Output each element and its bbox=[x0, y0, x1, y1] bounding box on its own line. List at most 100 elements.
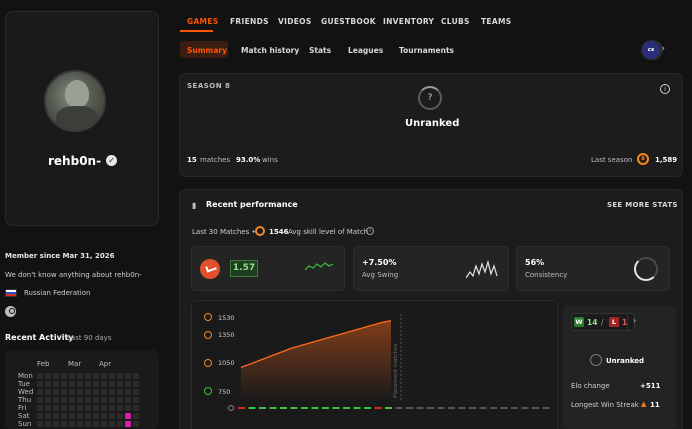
activity-subtitle: Last 90 days bbox=[67, 334, 112, 342]
tab-tournaments[interactable]: Tournaments bbox=[399, 46, 454, 55]
heatmap-cell bbox=[37, 373, 43, 379]
heatmap-cell bbox=[101, 373, 107, 379]
heatmap-cell bbox=[117, 413, 123, 419]
heatmap-cell bbox=[37, 381, 43, 387]
heatmap-cell bbox=[61, 405, 67, 411]
last-season-elo: 1,589 bbox=[655, 156, 678, 164]
heatmap-cell bbox=[77, 381, 83, 387]
heatmap-cell bbox=[69, 389, 75, 395]
heatmap-cell bbox=[109, 405, 115, 411]
heatmap-cell bbox=[45, 389, 51, 395]
heatmap-cell bbox=[69, 421, 75, 427]
heatmap-cell bbox=[93, 389, 99, 395]
heatmap-cell bbox=[117, 381, 123, 387]
heatmap-cell bbox=[93, 381, 99, 387]
heatmap-cell bbox=[85, 405, 91, 411]
heatmap-cell bbox=[117, 397, 123, 403]
heatmap-cell bbox=[45, 421, 51, 427]
heatmap-cell bbox=[77, 397, 83, 403]
kd-sparkline bbox=[305, 262, 334, 271]
nav-inventory[interactable]: INVENTORY bbox=[383, 17, 434, 26]
nav-teams[interactable]: TEAMS bbox=[481, 17, 511, 26]
country-name: Russian Federation bbox=[24, 289, 91, 297]
nav-friends[interactable]: FRIENDS bbox=[230, 17, 269, 26]
heatmap-cell bbox=[77, 373, 83, 379]
steam-icon[interactable] bbox=[5, 306, 16, 317]
heatmap-cell bbox=[69, 381, 75, 387]
heatmap-cell bbox=[109, 413, 115, 419]
tab-stats[interactable]: Stats bbox=[309, 46, 331, 55]
heatmap-cell bbox=[61, 421, 67, 427]
placement-annotation: Placement matches bbox=[393, 343, 399, 398]
nickname: rehb0n- bbox=[48, 154, 102, 168]
heatmap-cell bbox=[117, 389, 123, 395]
heatmap-cell bbox=[85, 389, 91, 395]
tab-summary[interactable]: Summary bbox=[187, 46, 227, 55]
heatmap-cell bbox=[93, 413, 99, 419]
heatmap-cell bbox=[133, 373, 139, 379]
streak-label: Longest Win Streak bbox=[571, 401, 639, 409]
consistency-value: 56% bbox=[525, 258, 545, 267]
nav-videos[interactable]: VIDEOS bbox=[278, 17, 312, 26]
loss-badge: L bbox=[609, 317, 619, 327]
next-arrow-button[interactable]: › bbox=[627, 313, 641, 331]
heatmap-cell bbox=[133, 397, 139, 403]
nav-clubs[interactable]: CLUBS bbox=[441, 17, 470, 26]
day-label: Sun bbox=[18, 420, 32, 428]
heatmap-cell bbox=[53, 389, 59, 395]
tab-leagues[interactable]: Leagues bbox=[348, 46, 383, 55]
heatmap-cell bbox=[37, 397, 43, 403]
nav-games[interactable]: GAMES bbox=[187, 17, 218, 26]
avatar-head bbox=[65, 80, 89, 108]
heatmap-cell bbox=[133, 405, 139, 411]
heatmap-cell bbox=[61, 389, 67, 395]
skill-level-badge: 8 bbox=[637, 153, 649, 165]
chevron-icon: › bbox=[661, 44, 665, 54]
bio-text: We don't know anything about rehb0n- bbox=[5, 271, 142, 279]
heatmap-cell bbox=[133, 413, 139, 419]
heatmap-cell bbox=[133, 381, 139, 387]
nav-guestbook[interactable]: GUESTBOOK bbox=[321, 17, 376, 26]
avatar-body bbox=[56, 106, 98, 130]
info-icon[interactable]: i bbox=[366, 227, 374, 235]
heatmap-cell bbox=[101, 381, 107, 387]
heatmap-cell bbox=[69, 405, 75, 411]
matches-count: 15 bbox=[187, 156, 197, 164]
heatmap-cell bbox=[109, 373, 115, 379]
heatmap-cell bbox=[125, 373, 131, 379]
heatmap-cell bbox=[117, 373, 123, 379]
heatmap-cell bbox=[37, 421, 43, 427]
info-icon[interactable]: i bbox=[660, 84, 670, 94]
avatar[interactable] bbox=[44, 70, 106, 132]
game-selector-button[interactable]: cs › bbox=[641, 40, 665, 60]
heatmap-cell bbox=[93, 421, 99, 427]
member-since: Member since Mar 31, 2026 bbox=[5, 252, 115, 260]
heatmap-cell bbox=[125, 381, 131, 387]
season-label: SEASON 8 bbox=[187, 82, 231, 90]
day-label: Sat bbox=[18, 412, 30, 420]
heatmap-cell bbox=[53, 421, 59, 427]
heatmap-cell bbox=[101, 413, 107, 419]
consistency-label: Consistency bbox=[525, 271, 568, 279]
matches-label: matches bbox=[200, 156, 231, 164]
elo-change-label: Elo change bbox=[571, 382, 610, 390]
rank-name: Unranked bbox=[405, 118, 460, 129]
consistency-ring bbox=[634, 257, 658, 281]
see-more-stats-link[interactable]: SEE MORE STATS bbox=[607, 201, 678, 209]
tab-match-history[interactable]: Match history bbox=[241, 46, 299, 55]
heatmap-cell bbox=[93, 405, 99, 411]
last-season-label: Last season bbox=[591, 156, 633, 164]
month-label: Feb bbox=[37, 360, 50, 368]
heatmap-cell bbox=[77, 389, 83, 395]
avg-skill-value: 1546 bbox=[269, 228, 289, 236]
heatmap-cell bbox=[133, 389, 139, 395]
rank-unknown-icon bbox=[590, 354, 602, 366]
heatmap-cell bbox=[109, 389, 115, 395]
heatmap-cell bbox=[45, 397, 51, 403]
elo-area bbox=[241, 320, 391, 400]
avg-skill-label: Avg skill level of Match bbox=[288, 228, 369, 236]
heatmap-cell bbox=[53, 373, 59, 379]
verified-icon: ✓ bbox=[106, 155, 117, 166]
heatmap-cell bbox=[45, 373, 51, 379]
heatmap-cell bbox=[125, 397, 131, 403]
